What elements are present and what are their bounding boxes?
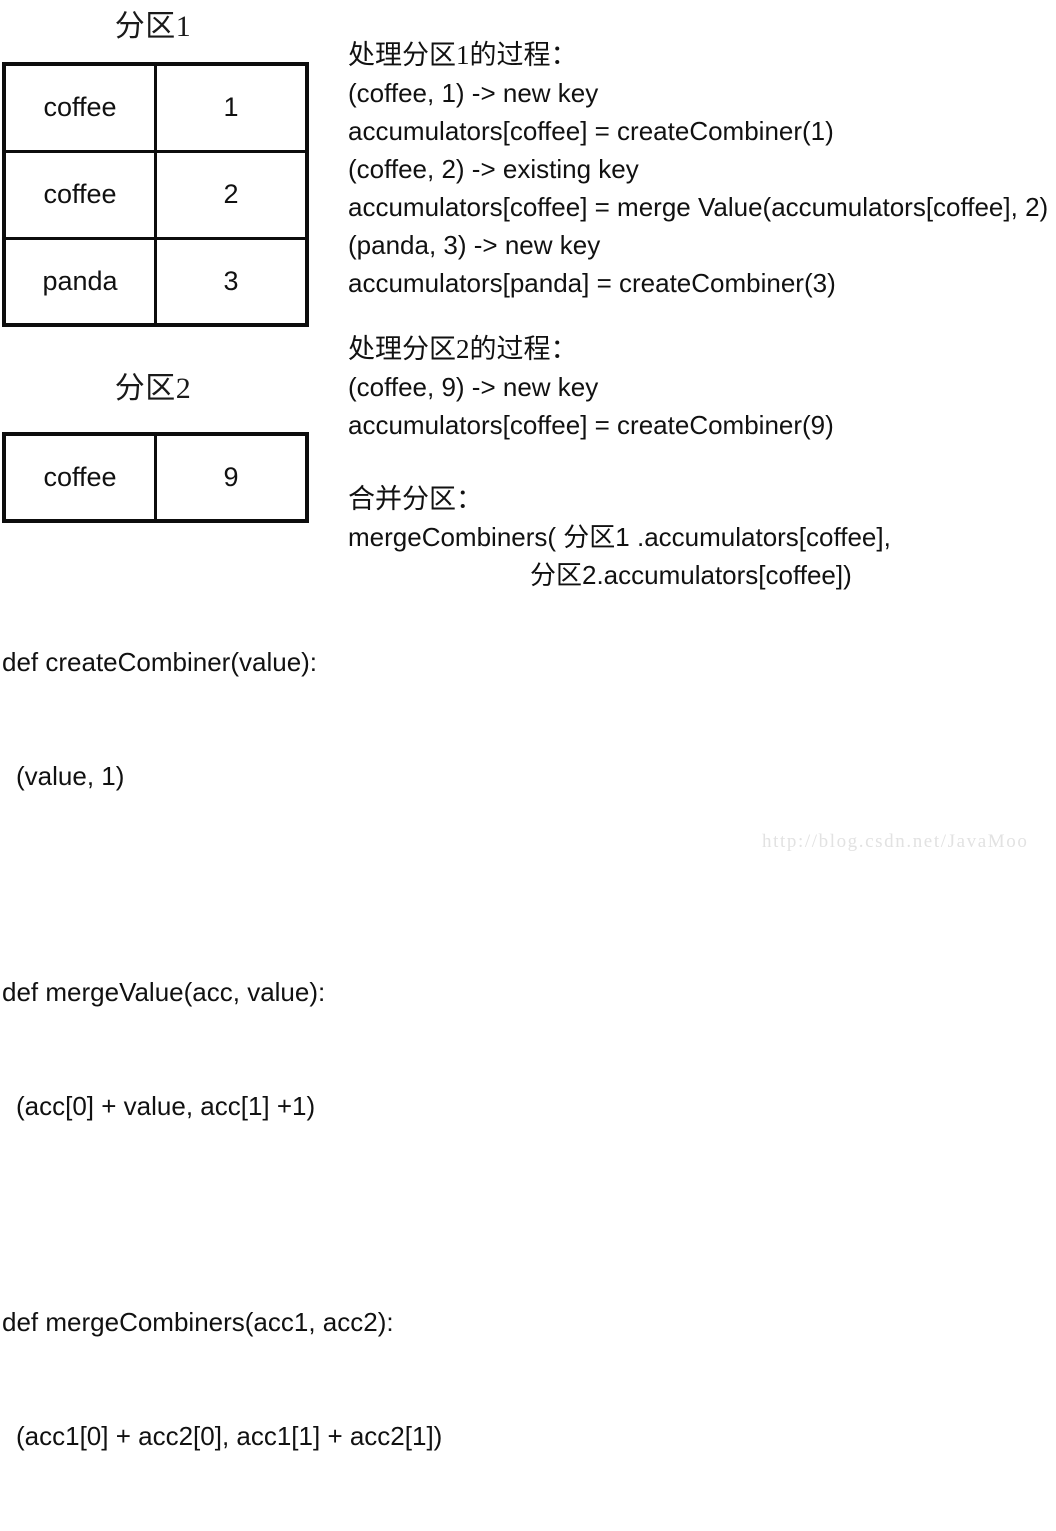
process-partition2-line-1: (coffee, 9) -> new key <box>348 372 599 402</box>
code-line-merge-value-def: def mergeValue(acc, value): <box>2 977 326 1007</box>
table-cell-key: coffee <box>2 149 157 240</box>
process-partition1-line-2: accumulators[coffee] = createCombiner(1) <box>348 116 834 146</box>
merge-partitions-line-1: mergeCombiners( 分区1 .accumulators[coffee… <box>348 522 891 552</box>
table-cell-value: 1 <box>154 62 309 153</box>
partition2-table-wrapper: coffee 9 <box>0 432 309 523</box>
table-cell-value: 9 <box>154 432 309 523</box>
code-line-merge-value-body: (acc[0] + value, acc[1] +1) <box>16 1091 316 1121</box>
process-partition1-line-3: (coffee, 2) -> existing key <box>348 154 639 184</box>
process-partition2-line-2: accumulators[coffee] = createCombiner(9) <box>348 410 834 440</box>
table-cell-key: coffee <box>2 432 157 523</box>
process-partition1-line-6: accumulators[panda] = createCombiner(3) <box>348 268 836 298</box>
merge-partitions-block: 合并分区： mergeCombiners( 分区1 .accumulators[… <box>348 480 891 594</box>
partition2-heading: 分区2 <box>114 372 192 405</box>
process-partition1-line-1: (coffee, 1) -> new key <box>348 78 599 108</box>
partition2-table: coffee 9 <box>2 432 309 523</box>
merge-partitions-line-2: 分区2.accumulators[coffee]) <box>530 560 852 590</box>
process-partition1-line-5: (panda, 3) -> new key <box>348 230 601 260</box>
process-partition1-line-4: accumulators[coffee] = merge Value(accum… <box>348 192 1049 222</box>
table-row: coffee 9 <box>2 432 309 523</box>
process-partition1-title: 处理分区1的过程： <box>348 40 578 70</box>
table-cell-key: coffee <box>2 62 157 153</box>
merge-partitions-title: 合并分区： <box>348 484 483 514</box>
process-partition2-block: 处理分区2的过程： (coffee, 9) -> new key accumul… <box>348 330 834 444</box>
process-partition2-title: 处理分区2的过程： <box>348 334 578 364</box>
code-line-create-combiner-body: (value, 1) <box>16 761 125 791</box>
table-cell-value: 3 <box>154 236 309 327</box>
table-row: coffee 2 <box>2 149 309 240</box>
partition1-table: coffee 1 coffee 2 panda 3 <box>2 62 309 327</box>
partition1-heading: 分区1 <box>114 10 192 43</box>
code-line-create-combiner-def: def createCombiner(value): <box>2 647 318 677</box>
watermark-url: http://blog.csdn.net/JavaMoo <box>762 831 1029 852</box>
partition1-table-wrapper: coffee 1 coffee 2 panda 3 <box>0 62 309 327</box>
code-line-merge-combiners-body: (acc1[0] + acc2[0], acc1[1] + acc2[1]) <box>16 1421 443 1451</box>
code-line-merge-combiners-def: def mergeCombiners(acc1, acc2): <box>2 1307 394 1337</box>
table-row: coffee 1 <box>2 62 309 153</box>
table-cell-value: 2 <box>154 149 309 240</box>
function-definitions-code: def createCombiner(value): (value, 1) de… <box>2 567 442 1531</box>
table-cell-key: panda <box>2 236 157 327</box>
process-partition1-block: 处理分区1的过程： (coffee, 1) -> new key accumul… <box>348 36 1048 302</box>
table-row: panda 3 <box>2 236 309 327</box>
